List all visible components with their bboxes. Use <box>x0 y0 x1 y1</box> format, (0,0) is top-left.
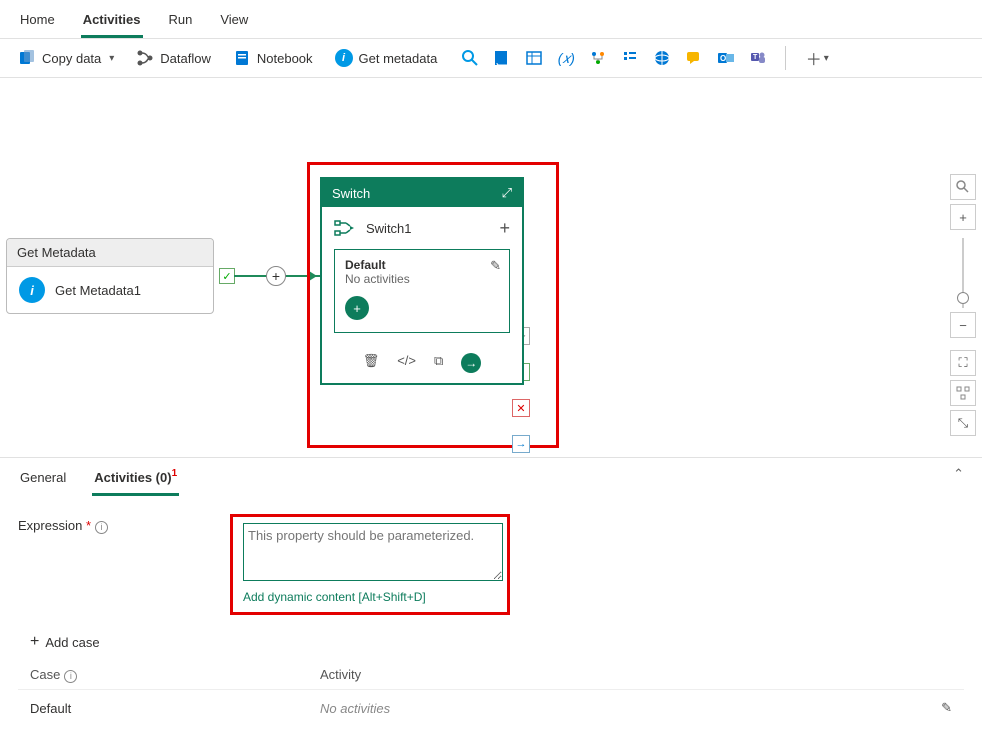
search-canvas-button[interactable] <box>950 174 976 200</box>
default-case-box[interactable]: Default No activities ✎ + <box>334 249 510 333</box>
fail-output-icon[interactable]: ✕ <box>512 399 530 417</box>
cases-table-header: Casei Activity <box>18 661 964 690</box>
table-icon[interactable] <box>525 49 543 67</box>
list-icon[interactable] <box>621 49 639 67</box>
info-icon: i <box>335 49 353 67</box>
variable-icon[interactable]: (𝑥) <box>557 49 575 67</box>
get-metadata-button[interactable]: i Get metadata <box>331 45 442 71</box>
zoom-handle[interactable] <box>957 292 969 304</box>
zoom-out-button[interactable]: − <box>950 312 976 338</box>
edit-row-icon[interactable]: ✎ <box>941 700 952 716</box>
get-metadata-label: Get metadata <box>359 51 438 66</box>
completion-output-icon[interactable]: → <box>512 435 530 453</box>
tab-general[interactable]: General <box>18 466 68 496</box>
case-name-cell: Default <box>30 701 320 716</box>
success-output-icon[interactable]: ✓ <box>219 268 235 284</box>
fit-screen-button[interactable]: ⛶ <box>950 350 976 376</box>
get-metadata-node[interactable]: Get Metadata i Get Metadata1 <box>6 238 214 314</box>
edit-icon[interactable]: ✎ <box>490 258 501 274</box>
copy-data-label: Copy data <box>42 51 101 66</box>
notebook-icon <box>233 49 251 67</box>
table-row: Default No activities ✎ <box>18 690 964 726</box>
chevron-down-icon: ▾ <box>109 53 114 64</box>
pipeline-canvas[interactable]: Get Metadata i Get Metadata1 ✓ + ↷ ✓ ✕ →… <box>0 78 982 458</box>
info-icon: i <box>19 277 45 303</box>
add-connection-button[interactable]: + <box>266 266 286 286</box>
switch-icon <box>334 217 356 239</box>
case-subtitle: No activities <box>345 272 499 286</box>
add-activity-button[interactable]: + <box>345 296 369 320</box>
highlight-expression: Add dynamic content [Alt+Shift+D] <box>230 514 510 615</box>
add-dynamic-content-link[interactable]: Add dynamic content [Alt+Shift+D] <box>243 590 497 604</box>
dataflow-button[interactable]: Dataflow <box>132 45 215 71</box>
zoom-in-button[interactable]: + <box>950 204 976 230</box>
switch-name: Switch1 <box>366 221 412 236</box>
tab-view[interactable]: View <box>218 8 250 38</box>
notebook-label: Notebook <box>257 51 313 66</box>
switch-node[interactable]: Switch ⤢ Switch1 + Default No activities… <box>320 177 524 385</box>
add-case-icon[interactable]: + <box>499 218 510 239</box>
node-name: Get Metadata1 <box>55 283 141 298</box>
chat-icon[interactable] <box>685 49 703 67</box>
add-activity-button[interactable]: ＋▾ <box>804 45 830 71</box>
collapse-panel-icon[interactable]: ⌃ <box>953 466 964 482</box>
outlook-icon[interactable]: O <box>717 49 735 67</box>
copy-data-icon <box>18 49 36 67</box>
layout-button[interactable] <box>950 380 976 406</box>
tab-run[interactable]: Run <box>167 8 195 38</box>
svg-text:O: O <box>720 54 726 63</box>
expression-label: Expression *i <box>18 514 218 534</box>
case-title: Default <box>345 258 499 272</box>
zoom-slider[interactable] <box>962 238 964 308</box>
globe-icon[interactable] <box>653 49 671 67</box>
activity-cell: No activities <box>320 701 941 716</box>
pipeline-icon[interactable] <box>589 49 607 67</box>
copy-icon[interactable]: ⧉ <box>434 353 443 373</box>
script-icon[interactable] <box>493 49 511 67</box>
minimize-button[interactable]: ⤡ <box>950 410 976 436</box>
copy-data-button[interactable]: Copy data ▾ <box>14 45 118 71</box>
dataflow-icon <box>136 49 154 67</box>
help-icon[interactable]: i <box>95 521 108 534</box>
expand-icon[interactable]: ⤢ <box>502 185 512 201</box>
help-icon[interactable]: i <box>64 670 77 683</box>
expression-input[interactable] <box>243 523 503 581</box>
go-icon[interactable]: → <box>461 353 481 373</box>
switch-header-label: Switch <box>332 186 370 201</box>
notebook-button[interactable]: Notebook <box>229 45 317 71</box>
add-case-button[interactable]: +Add case <box>30 633 964 651</box>
tab-activities-config[interactable]: Activities (0)1 <box>92 466 179 496</box>
tab-home[interactable]: Home <box>18 8 57 38</box>
search-icon[interactable] <box>461 49 479 67</box>
delete-icon[interactable]: 🗑 <box>363 353 380 373</box>
teams-icon[interactable]: T <box>749 49 767 67</box>
separator <box>785 46 786 70</box>
tab-activities[interactable]: Activities <box>81 8 143 38</box>
node-header: Get Metadata <box>7 239 213 267</box>
svg-text:T: T <box>753 54 758 61</box>
dataflow-label: Dataflow <box>160 51 211 66</box>
code-icon[interactable]: </> <box>397 353 416 373</box>
